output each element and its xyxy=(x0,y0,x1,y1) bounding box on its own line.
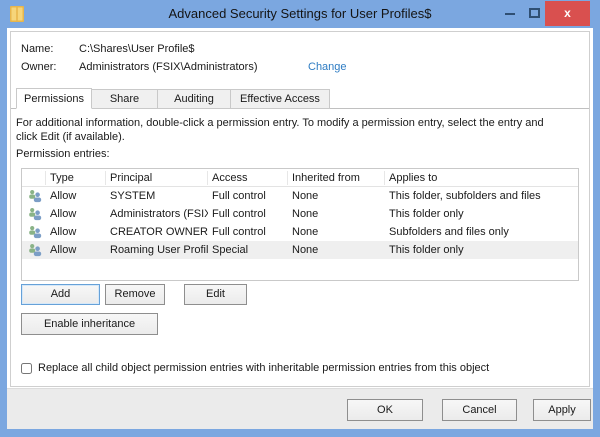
owner-label: Owner: xyxy=(21,61,56,73)
users-icon xyxy=(28,189,42,203)
replace-permissions-label: Replace all child object permission entr… xyxy=(38,362,489,374)
table-header-row: Type Principal Access Inherited from App… xyxy=(22,169,578,187)
cell-access: Full control xyxy=(208,205,288,223)
users-icon xyxy=(28,207,42,221)
cell-applies-to: This folder only xyxy=(385,241,578,259)
cell-inherited-from: None xyxy=(288,241,385,259)
ok-button[interactable]: OK xyxy=(347,399,423,421)
users-icon xyxy=(28,243,42,257)
content-panel: Name: C:\Shares\User Profile$ Owner: Adm… xyxy=(10,31,590,387)
users-icon xyxy=(28,225,42,239)
change-owner-link[interactable]: Change xyxy=(308,61,347,73)
table-row[interactable]: Allow CREATOR OWNER Full control None Su… xyxy=(22,223,578,241)
advanced-security-settings-dialog: Advanced Security Settings for User Prof… xyxy=(0,0,600,437)
table-row[interactable]: Allow SYSTEM Full control None This fold… xyxy=(22,187,578,205)
enable-inheritance-button[interactable]: Enable inheritance xyxy=(21,313,158,335)
cancel-button[interactable]: Cancel xyxy=(442,399,517,421)
dialog-client-area: Name: C:\Shares\User Profile$ Owner: Adm… xyxy=(7,28,593,429)
close-icon[interactable]: x xyxy=(545,1,590,26)
cell-applies-to: This folder, subfolders and files xyxy=(385,187,578,205)
name-value: C:\Shares\User Profile$ xyxy=(79,43,195,55)
cell-access: Special xyxy=(208,241,288,259)
tab-share[interactable]: Share xyxy=(92,89,158,109)
replace-permissions-checkbox[interactable] xyxy=(21,363,32,374)
cell-applies-to: This folder only xyxy=(385,205,578,223)
cell-inherited-from: None xyxy=(288,223,385,241)
instruction-text: For additional information, double-click… xyxy=(16,116,564,144)
cell-inherited-from: None xyxy=(288,187,385,205)
column-header-principal[interactable]: Principal xyxy=(106,171,208,185)
add-button[interactable]: Add xyxy=(21,284,100,305)
column-header-type[interactable]: Type xyxy=(46,171,106,185)
minimize-icon[interactable] xyxy=(505,13,515,15)
apply-button[interactable]: Apply xyxy=(533,399,591,421)
cell-type: Allow xyxy=(46,187,106,205)
icon-column-header xyxy=(22,171,46,185)
tab-permissions[interactable]: Permissions xyxy=(16,88,92,109)
column-header-applies-to[interactable]: Applies to xyxy=(385,171,578,185)
table-row[interactable]: Allow Administrators (FSIX\... Full cont… xyxy=(22,205,578,223)
cell-access: Full control xyxy=(208,223,288,241)
name-label: Name: xyxy=(21,43,53,55)
replace-permissions-row: Replace all child object permission entr… xyxy=(21,362,489,374)
owner-value: Administrators (FSIX\Administrators) xyxy=(79,61,257,73)
cell-type: Allow xyxy=(46,205,106,223)
cell-principal: SYSTEM xyxy=(106,187,208,205)
cell-applies-to: Subfolders and files only xyxy=(385,223,578,241)
remove-button[interactable]: Remove xyxy=(105,284,165,305)
cell-principal: CREATOR OWNER xyxy=(106,223,208,241)
title-bar: Advanced Security Settings for User Prof… xyxy=(0,0,600,28)
cell-type: Allow xyxy=(46,241,106,259)
tab-effective-access[interactable]: Effective Access xyxy=(231,89,330,109)
column-header-inherited-from[interactable]: Inherited from xyxy=(288,171,385,185)
table-row-selected[interactable]: Allow Roaming User Profile... Special No… xyxy=(22,241,578,259)
maximize-icon[interactable] xyxy=(529,8,540,18)
tab-strip: Permissions Share Auditing Effective Acc… xyxy=(11,88,589,109)
cell-access: Full control xyxy=(208,187,288,205)
cell-principal: Roaming User Profile... xyxy=(106,241,208,259)
dialog-footer: OK Cancel Apply xyxy=(7,388,593,429)
cell-principal: Administrators (FSIX\... xyxy=(106,205,208,223)
cell-type: Allow xyxy=(46,223,106,241)
tab-auditing[interactable]: Auditing xyxy=(158,89,231,109)
permission-entries-label: Permission entries: xyxy=(16,148,110,160)
permission-entries-table: Type Principal Access Inherited from App… xyxy=(21,168,579,281)
edit-button[interactable]: Edit xyxy=(184,284,247,305)
column-header-access[interactable]: Access xyxy=(208,171,288,185)
cell-inherited-from: None xyxy=(288,205,385,223)
